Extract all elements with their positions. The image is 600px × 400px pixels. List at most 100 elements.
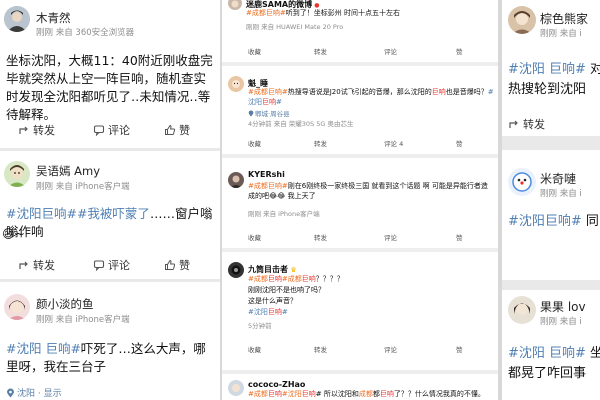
repost-button[interactable]: 转发 bbox=[314, 344, 327, 354]
post-text: #成都巨响#刚在6刚终极一家终极三国 就看到这个话题 啊 可能是异能行者造成的吧… bbox=[248, 182, 494, 201]
hashtag-link[interactable]: #我被吓蒙了 bbox=[77, 206, 150, 221]
weibo-post[interactable]: KYERshi #成都巨响#刚在6刚终极一家终极三国 就看到这个话题 啊 可能是… bbox=[222, 158, 498, 248]
comment-button[interactable]: 评论 bbox=[384, 46, 397, 56]
user-avatar[interactable] bbox=[4, 294, 30, 320]
post-meta: 刚刚 来自 iPhone客户端 bbox=[36, 313, 130, 325]
repost-button[interactable]: 转发 bbox=[314, 138, 327, 148]
hashtag-part: # bbox=[281, 308, 288, 316]
post-text: #沈阳 巨响# 对 bbox=[508, 60, 600, 79]
hashtag-part: #成都 bbox=[248, 275, 268, 283]
hashtag-link[interactable]: #沈阳巨响# bbox=[248, 308, 494, 318]
repost-icon bbox=[19, 126, 28, 134]
middle-feed-column: 迷鹿SAMA的微博 ● #成都巨响#听到了！坐标彭州 时间十点五十左右 刚刚 来… bbox=[222, 0, 498, 400]
user-avatar[interactable] bbox=[228, 0, 242, 10]
like-button[interactable]: 赞 bbox=[456, 232, 463, 242]
like-button[interactable]: 赞 bbox=[456, 344, 463, 354]
user-name[interactable]: 木青然 bbox=[36, 10, 71, 26]
weibo-post[interactable]: 木青然 刚刚 来自 360安全浏览器 坐标沈阳，大概11：40附近刚收盘完毕就突… bbox=[0, 0, 220, 148]
left-feed-column: 木青然 刚刚 来自 360安全浏览器 坐标沈阳，大概11：40附近刚收盘完毕就突… bbox=[0, 0, 220, 400]
user-avatar[interactable] bbox=[228, 380, 244, 396]
user-avatar[interactable] bbox=[508, 168, 536, 196]
post-actions: 收藏 转发 评论 赞 bbox=[222, 232, 498, 242]
user-avatar[interactable] bbox=[228, 262, 244, 278]
post-meta: 刚刚 来自 iPhone客户端 bbox=[36, 180, 130, 192]
comment-button[interactable]: 评论 bbox=[93, 122, 130, 138]
repost-button[interactable]: 转发 bbox=[314, 232, 327, 242]
weibo-post[interactable]: 米奇嗹 刚刚 来自 i #沈阳巨响# 同 bbox=[502, 150, 600, 280]
favorite-button[interactable]: 收藏 bbox=[248, 344, 261, 354]
hashtag-link[interactable]: #沈阳 巨响# bbox=[6, 341, 81, 356]
post-time: 刚刚 bbox=[36, 315, 54, 325]
weibo-post[interactable]: 迷鹿SAMA的微博 ● #成都巨响#听到了！坐标彭州 时间十点五十左右 刚刚 来… bbox=[222, 0, 498, 62]
user-avatar[interactable] bbox=[4, 161, 30, 187]
repost-button[interactable]: 转发 bbox=[508, 116, 545, 132]
keyword-highlight: 巨响 bbox=[301, 390, 316, 398]
user-name[interactable]: 米奇嗹 bbox=[540, 170, 576, 187]
weibo-post[interactable]: 魁_睡 #成都巨响#热搜导语说是J20试飞引起的音爆，那么沈阳的巨响也是音爆吗？… bbox=[222, 66, 498, 154]
post-source: 来自 360安全浏览器 bbox=[55, 28, 135, 38]
like-button[interactable]: 赞 bbox=[164, 257, 190, 273]
repost-label: 转发 bbox=[33, 124, 55, 137]
weibo-post[interactable]: cococo-ZHao #成都巨响#沈阳巨响# 所以沈阳和成都都巨响了？？什么情… bbox=[222, 374, 498, 400]
hashtag-link[interactable]: #沈阳巨响# bbox=[6, 206, 77, 221]
favorite-button[interactable]: 收藏 bbox=[248, 46, 261, 56]
comment-button[interactable]: 评论 4 bbox=[384, 138, 403, 148]
hashtag-link[interactable]: #成都巨响 bbox=[282, 275, 316, 283]
post-body: 都 bbox=[372, 390, 380, 398]
hashtag-link[interactable]: #成都巨响 bbox=[248, 275, 282, 283]
hashtag-link[interactable]: #沈阳 巨响# bbox=[508, 62, 586, 77]
user-name[interactable]: 吴语嫣 Amy bbox=[36, 163, 100, 179]
location-tag[interactable]: 沈阳 · 显示 bbox=[6, 386, 62, 399]
post-body: 同 bbox=[581, 214, 599, 229]
user-name[interactable]: 果果 lov bbox=[540, 298, 586, 315]
user-avatar[interactable] bbox=[508, 296, 536, 324]
repost-button[interactable]: 转发 bbox=[314, 46, 327, 56]
user-name[interactable]: KYERshi bbox=[248, 170, 285, 179]
post-actions: 转发 bbox=[502, 116, 600, 132]
post-body: 了？？什么情况我真的不懂。 bbox=[393, 390, 485, 398]
location-tag[interactable]: 郫城·周谷县 bbox=[248, 108, 290, 118]
weibo-post[interactable]: 九筒目击者 ♛ #成都巨响#成都巨响？？？？ 刚刚沈阳不是也响了吗？ 这是什么声… bbox=[222, 252, 498, 370]
user-avatar[interactable] bbox=[228, 172, 244, 188]
weibo-post[interactable]: 果果 lov 刚刚 来自 i #沈阳 巨响# 坐 都晃了咋回事 bbox=[502, 290, 600, 400]
vip-badge-icon: ♛ bbox=[288, 266, 297, 274]
keyword-highlight: 巨响 bbox=[379, 390, 394, 398]
post-text-line2: 😅~ bbox=[2, 225, 25, 243]
user-name[interactable]: 九筒目击者 ♛ bbox=[248, 264, 297, 275]
hashtag-link[interactable]: #沈阳巨响# bbox=[508, 214, 582, 229]
post-meta: 4分钟前 来自 荣耀30S 5G 奥由芯生 bbox=[248, 120, 354, 128]
post-source: 来自 i bbox=[559, 317, 582, 327]
user-avatar[interactable] bbox=[228, 76, 244, 92]
hashtag-link[interactable]: #成都巨响 bbox=[248, 390, 282, 398]
hashtag-part: #沈阳 bbox=[248, 308, 268, 316]
hashtag-part: #成都 bbox=[281, 275, 302, 283]
avatar-image bbox=[4, 294, 30, 320]
post-source: 来自 i bbox=[559, 29, 582, 39]
repost-button[interactable]: 转发 bbox=[18, 257, 55, 273]
repost-button[interactable]: 转发 bbox=[18, 122, 55, 138]
user-avatar[interactable] bbox=[4, 6, 30, 32]
comment-button[interactable]: 评论 bbox=[384, 344, 397, 354]
hashtag-link[interactable]: #沈阳巨响 bbox=[282, 390, 316, 398]
hashtag-link[interactable]: #成都巨响# bbox=[248, 88, 288, 96]
user-avatar[interactable] bbox=[508, 6, 536, 34]
post-text: #沈阳巨响# 同 bbox=[508, 212, 600, 231]
hashtag-link[interactable]: #成都巨响# bbox=[248, 182, 288, 190]
favorite-button[interactable]: 收藏 bbox=[248, 138, 261, 148]
hashtag-link[interactable]: #成都巨响# bbox=[246, 9, 286, 17]
like-button[interactable]: 赞 bbox=[456, 138, 463, 148]
weibo-post[interactable]: 棕色熊家 刚刚 来自 i #沈阳 巨响# 对 热搜轮到沈阳 转发 bbox=[502, 0, 600, 136]
user-name[interactable]: 棕色熊家 bbox=[540, 10, 588, 27]
user-name[interactable]: cococo-ZHao bbox=[248, 380, 305, 389]
post-actions: 收藏 转发 评论 4 赞 bbox=[222, 138, 498, 148]
favorite-button[interactable]: 收藏 bbox=[248, 232, 261, 242]
weibo-post[interactable]: 颜小淡的鱼 刚刚 来自 iPhone客户端 #沈阳 巨响#吓死了…这么大声，哪里… bbox=[0, 282, 220, 400]
hashtag-link[interactable]: #沈阳 巨响# bbox=[508, 346, 586, 361]
like-button[interactable]: 赞 bbox=[456, 46, 463, 56]
like-button[interactable]: 赞 bbox=[164, 122, 190, 138]
comment-button[interactable]: 评论 bbox=[384, 232, 397, 242]
user-name[interactable]: 颜小淡的鱼 bbox=[36, 296, 94, 312]
comment-button[interactable]: 评论 bbox=[93, 257, 130, 273]
weibo-post[interactable]: 吴语嫣 Amy 刚刚 来自 iPhone客户端 #沈阳巨响##我被吓蒙了……窗户… bbox=[0, 151, 220, 279]
post-meta: 刚刚 来自 360安全浏览器 bbox=[36, 26, 134, 38]
